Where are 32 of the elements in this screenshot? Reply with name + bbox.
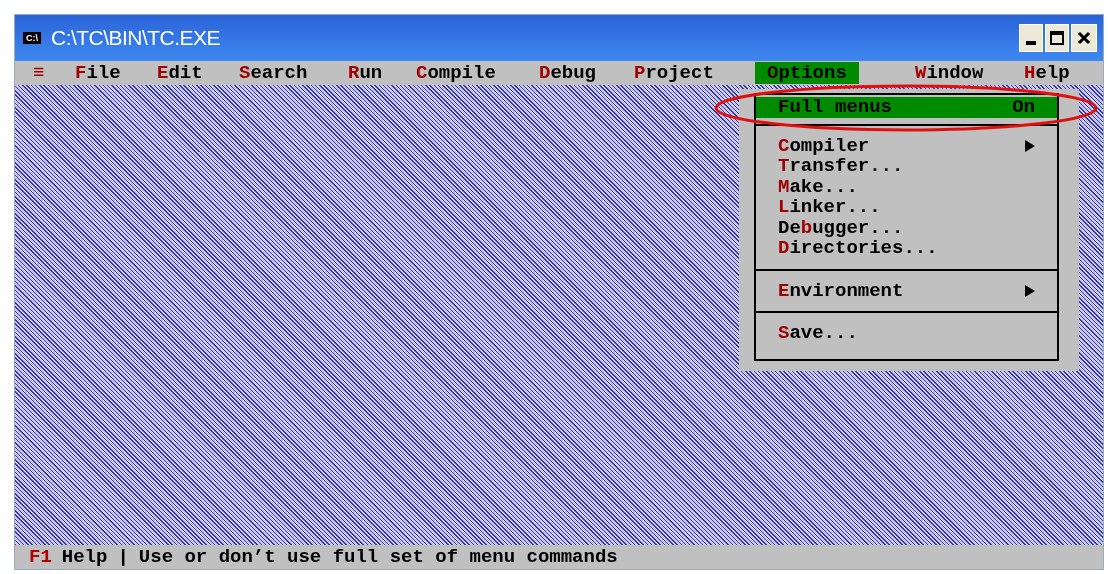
menu-item[interactable]: Linker... (756, 197, 1057, 218)
menu-item[interactable]: Search (239, 62, 308, 84)
divider-glyph-text: | (117, 544, 129, 570)
maximize-icon (1050, 31, 1064, 45)
menu-item[interactable]: Options (755, 62, 859, 84)
menu-item[interactable]: Debug (539, 62, 596, 84)
menu-item[interactable]: Run (348, 62, 383, 84)
minimize-button[interactable] (1019, 24, 1043, 52)
menu-item[interactable]: Make... (756, 176, 1057, 197)
menu-item[interactable]: Environment (756, 280, 1057, 301)
help-label: Help (61, 544, 108, 570)
console-icon: C:\ (23, 32, 41, 44)
menu-item[interactable]: Transfer... (756, 156, 1057, 177)
menu-item[interactable]: Window (915, 62, 984, 84)
shortcut-key: F1 (29, 542, 52, 572)
menu-item[interactable]: Compiler (756, 135, 1057, 156)
menu-item[interactable]: Save... (756, 323, 1057, 344)
close-button[interactable] (1071, 24, 1097, 52)
menu-item[interactable]: Edit (157, 62, 203, 84)
window-title: C:\TC\BIN\TC.EXE (51, 25, 220, 52)
minimize-icon (1026, 41, 1036, 45)
maximize-button[interactable] (1045, 24, 1069, 52)
menu-item[interactable]: Directories... (756, 238, 1057, 259)
menu-item[interactable]: File (75, 62, 121, 84)
menu-item[interactable]: Full menus On (756, 97, 1057, 118)
menu-item[interactable]: ≡ (33, 62, 45, 84)
menu-item[interactable]: Project (634, 62, 714, 84)
close-icon (1077, 31, 1091, 45)
status-message: Use or don’t use full set of menu commands (138, 544, 618, 570)
menu-item[interactable]: Compile (416, 62, 496, 84)
menu-item[interactable]: Debugger... (756, 217, 1057, 238)
menu-item[interactable]: Help (1024, 62, 1070, 84)
